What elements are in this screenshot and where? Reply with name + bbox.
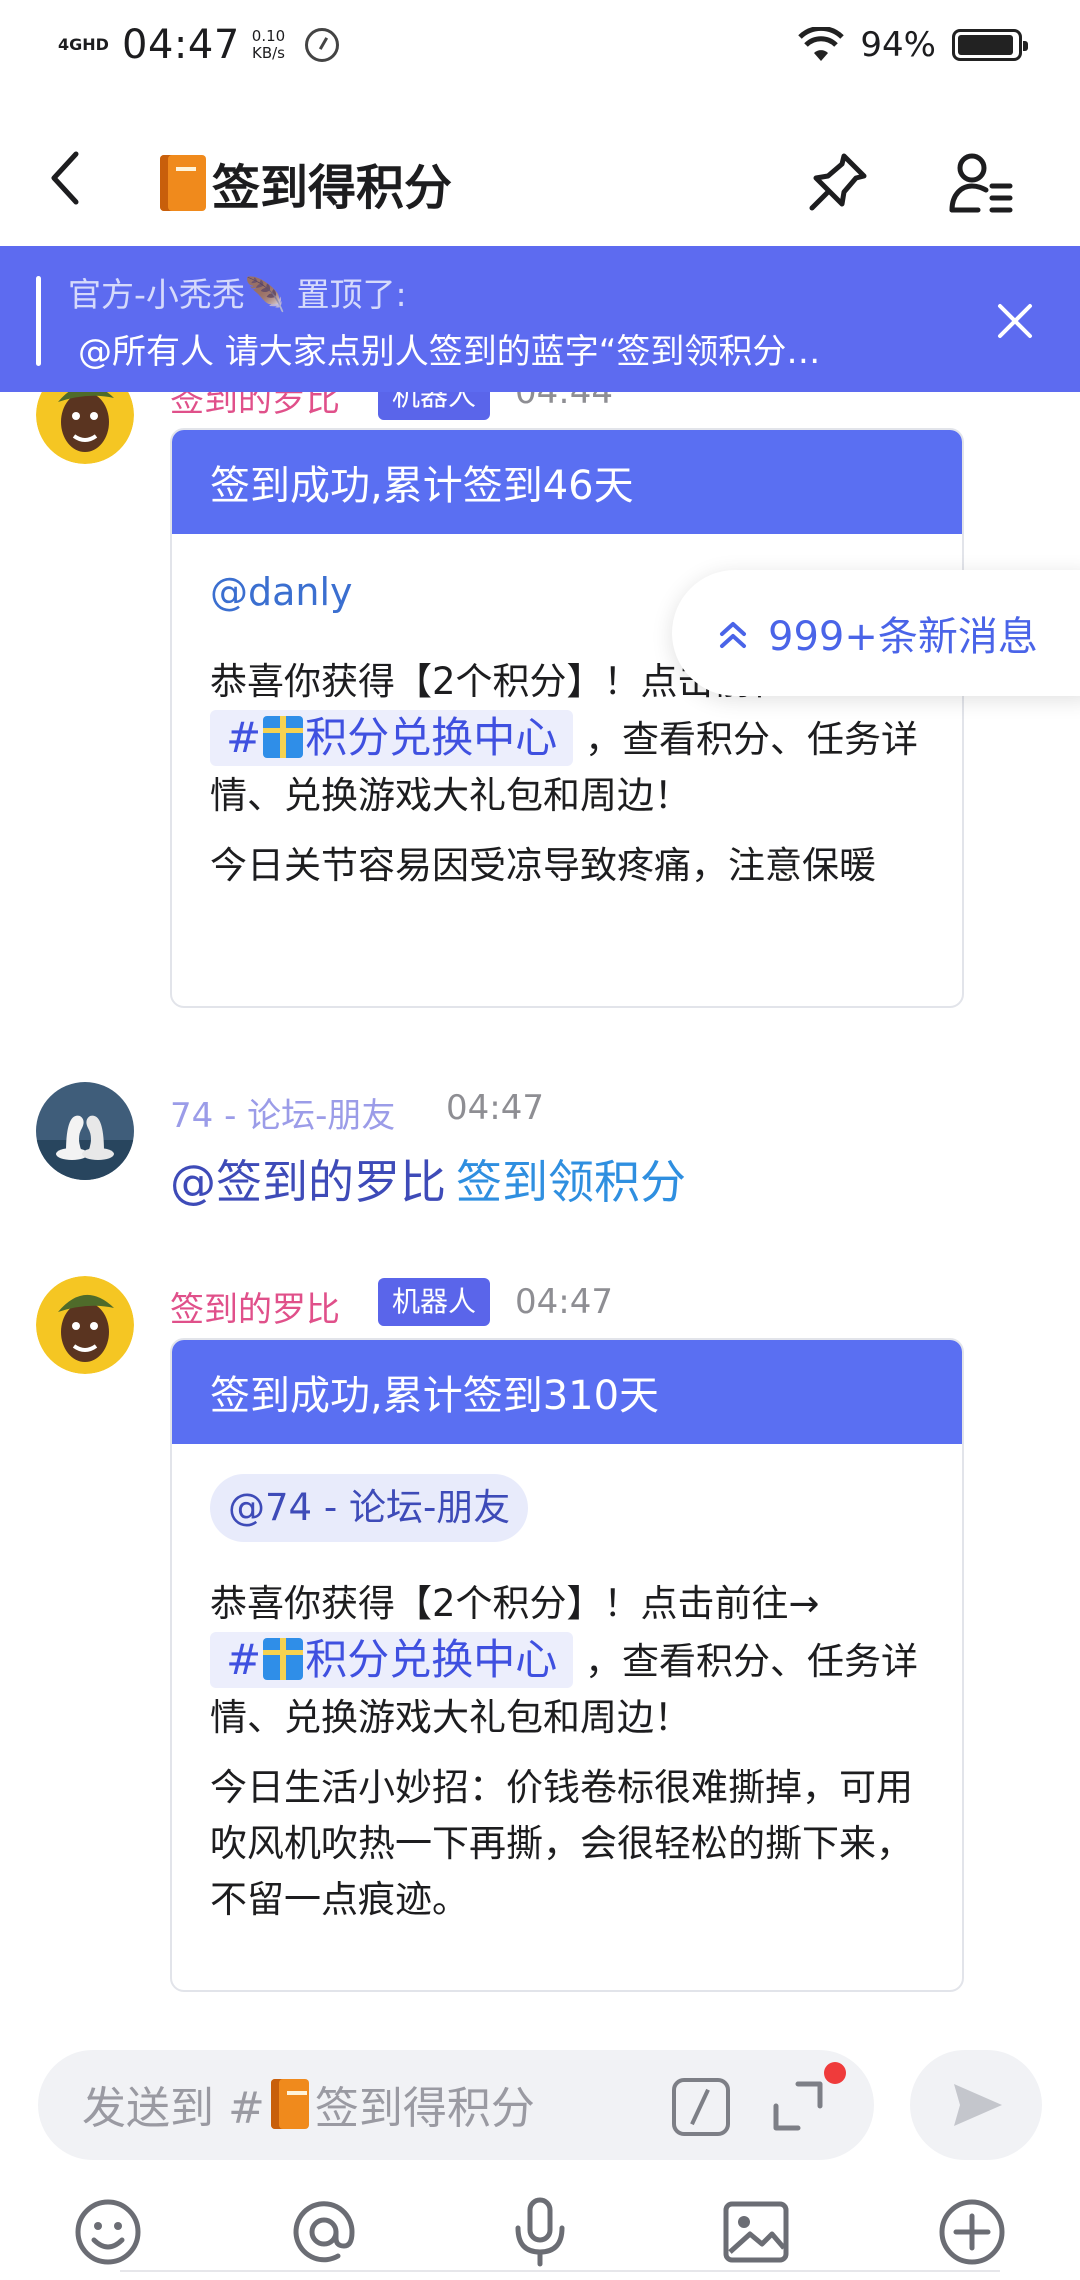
channel-link[interactable]: # 积分兑换中心 bbox=[210, 710, 574, 766]
card-title: 签到成功,累计签到46天 bbox=[172, 430, 962, 534]
bot-mention[interactable]: @签到的罗比 bbox=[170, 1155, 446, 1209]
expand-icon[interactable] bbox=[768, 2076, 828, 2136]
new-messages-label: 999+条新消息 bbox=[768, 614, 1038, 660]
battery-level bbox=[958, 35, 1013, 55]
daily-tip: 今日生活小妙招：价钱卷标很难撕掉，可用吹风机吹热一下再撕，会很轻松的撕下来，不留… bbox=[210, 1766, 913, 1921]
input-placeholder: 发送到 # 签到得积分 bbox=[82, 2072, 535, 2136]
network-indicator: 4GHD bbox=[58, 35, 109, 54]
pinned-banner[interactable]: 官方-小秃秃🪶 置顶了: @所有人 请大家点别人签到的蓝字“签到领积分… bbox=[0, 246, 1080, 392]
status-bar: 4GHD 04:47 0.10 KB/s 94% bbox=[0, 0, 1080, 90]
checkin-link[interactable]: 签到领积分 bbox=[456, 1155, 686, 1209]
user-mention[interactable]: @74 - 论坛-朋友 bbox=[210, 1474, 529, 1542]
microphone-icon[interactable] bbox=[504, 2196, 576, 2268]
clock: 04:47 bbox=[122, 22, 240, 68]
bot-badge: 机器人 bbox=[378, 1278, 491, 1326]
add-icon[interactable] bbox=[936, 2196, 1008, 2268]
channel-title[interactable]: 签到得积分 bbox=[160, 148, 452, 218]
text-message: @签到的罗比 签到领积分 bbox=[170, 1146, 686, 1212]
send-button[interactable] bbox=[910, 2050, 1042, 2160]
avatar[interactable] bbox=[36, 1276, 134, 1374]
channel-link[interactable]: # 积分兑换中心 bbox=[210, 1632, 574, 1688]
notification-dot bbox=[824, 2062, 846, 2084]
pin-icon[interactable] bbox=[806, 150, 870, 214]
do-not-disturb-icon bbox=[305, 28, 340, 62]
emoji-icon[interactable] bbox=[72, 2196, 144, 2268]
send-icon bbox=[954, 2084, 1002, 2126]
battery-icon bbox=[952, 29, 1028, 61]
swan-avatar-icon bbox=[36, 1082, 134, 1180]
double-chevron-up-icon bbox=[720, 622, 746, 648]
avatar[interactable] bbox=[36, 1082, 134, 1180]
bot-avatar-icon bbox=[36, 1276, 134, 1374]
pinned-content: @所有人 请大家点别人签到的蓝字“签到领积分… bbox=[78, 332, 821, 372]
new-messages-button[interactable]: 999+条新消息 bbox=[672, 570, 1080, 696]
message-time: 04:47 bbox=[446, 1088, 544, 1128]
user-mention[interactable]: @danly bbox=[210, 564, 353, 620]
bottom-divider bbox=[120, 2270, 1000, 2280]
page-title: 签到得积分 bbox=[212, 160, 453, 216]
close-icon[interactable] bbox=[990, 296, 1040, 346]
book-icon bbox=[160, 155, 206, 211]
checkin-card: 签到成功,累计签到46天 @danly 恭喜你获得【2个积分】！点击前往→ # 积… bbox=[170, 428, 964, 1008]
sender-name[interactable]: 74 - 论坛-朋友 bbox=[170, 1088, 395, 1137]
chat-header: 签到得积分 bbox=[0, 110, 1080, 246]
message-time: 04:47 bbox=[515, 1282, 613, 1322]
slash-command-icon[interactable] bbox=[672, 2078, 730, 2136]
wifi-icon bbox=[798, 27, 845, 61]
book-icon bbox=[270, 2079, 309, 2129]
card-title: 签到成功,累计签到310天 bbox=[172, 1340, 962, 1444]
image-icon[interactable] bbox=[720, 2196, 792, 2268]
composer-toolbar bbox=[0, 2196, 1080, 2276]
members-icon[interactable] bbox=[948, 150, 1014, 214]
network-speed: 0.10 KB/s bbox=[251, 27, 286, 62]
gift-icon bbox=[263, 716, 304, 758]
mention-icon[interactable] bbox=[288, 2196, 360, 2268]
gift-icon bbox=[263, 1638, 304, 1680]
daily-tip: 今日关节容易因受凉导致疼痛，注意保暖 bbox=[210, 844, 876, 887]
checkin-card: 签到成功,累计签到310天 @74 - 论坛-朋友 恭喜你获得【2个积分】！点击… bbox=[170, 1338, 964, 1992]
sender-name[interactable]: 签到的罗比 bbox=[170, 1282, 340, 1331]
composer: 发送到 # 签到得积分 bbox=[0, 2020, 1080, 2280]
battery-percent: 94% bbox=[860, 25, 936, 65]
message-input[interactable]: 发送到 # 签到得积分 bbox=[38, 2050, 874, 2160]
pinned-by: 官方-小秃秃🪶 置顶了: bbox=[68, 275, 407, 314]
back-arrow-icon[interactable] bbox=[40, 148, 100, 208]
